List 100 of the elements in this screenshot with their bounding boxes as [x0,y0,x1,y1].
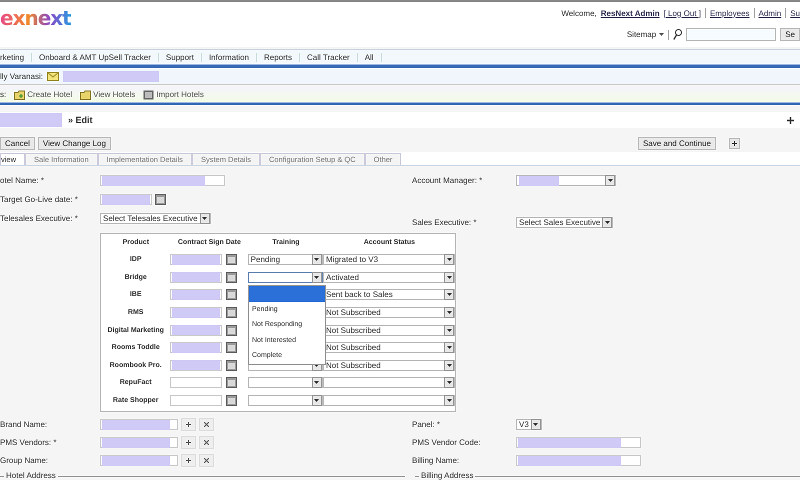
caret-icon [446,258,452,262]
dropdown-field[interactable]: Not Subscribed [323,342,455,354]
add-button[interactable] [181,418,196,432]
dropdown-field[interactable] [248,272,323,283]
plus-icon [732,140,737,146]
action-button[interactable]: View Change Log [38,136,111,150]
close-icon [204,458,209,464]
nav-item[interactable]: Call Tracker [300,52,358,62]
top-link[interactable]: Su [790,8,800,18]
dropdown-field[interactable] [323,395,455,406]
breadcrumb-label: lly Varanasi: [0,72,43,80]
user-link[interactable]: ResNext Admin [600,8,660,18]
text-field[interactable] [170,395,222,406]
sitemap-menu[interactable]: Sitemap [626,30,664,39]
text-field[interactable] [100,437,178,448]
calendar-icon [226,324,238,336]
field-label: Target Go-Live date: * [0,195,79,204]
dropdown-field[interactable]: Not Subscribed [323,324,455,336]
caret-icon [604,221,610,224]
folder-icon [80,90,92,100]
text-field[interactable] [516,455,641,466]
nav-item[interactable]: Information [202,52,257,62]
text-field[interactable] [100,455,178,466]
envelope-icon [46,72,59,80]
search-icon [673,29,682,40]
field-label: Brand Name: [0,420,48,430]
calendar-icon [226,395,238,406]
nav-item[interactable]: All [358,52,382,62]
add-button[interactable] [181,436,196,450]
calendar-icon [226,307,238,318]
dropdown-field[interactable] [516,175,616,186]
nav-item[interactable]: rketing [0,52,32,62]
dropdown-field[interactable]: Select Sales Executive [516,217,614,228]
text-field[interactable] [170,377,222,388]
remove-button[interactable] [199,454,214,468]
dropdown-field[interactable] [248,395,323,406]
caret-icon [608,179,612,182]
field-label: Group Name: [0,456,50,466]
caret-icon [446,311,452,314]
section-title: Billing Address [419,471,476,480]
field-label: Billing Name: [412,456,460,466]
nav-item[interactable]: Onboard & AMT UpSell Tracker [32,52,159,62]
add-button[interactable] [181,454,196,468]
top-link[interactable]: Employees [710,8,750,18]
caret-icon [446,276,452,279]
dropdown-field[interactable] [323,377,455,388]
caret-icon [659,33,664,36]
top-link[interactable]: Admin [758,8,782,18]
field-label: Telesales Executive: * [0,214,79,223]
search-field[interactable] [686,28,776,41]
page-title: » Edit [68,115,93,125]
nav-item[interactable]: Support [158,52,202,62]
table-icon [143,90,154,100]
caret-icon [533,423,538,426]
toolbar-link[interactable]: View Hotels [80,90,136,100]
plus-icon [186,440,191,446]
text-field[interactable] [100,419,178,430]
search-button[interactable]: Se [780,28,800,41]
dropdown-field[interactable]: Select Telesales Executive [100,213,211,224]
dropdown-field[interactable]: Activated [323,272,455,283]
dropdown-field[interactable]: Migrated to V3 [323,254,455,266]
caret-icon [314,276,320,279]
section-title: Hotel Address [4,471,58,480]
dropdown-field[interactable]: Not Subscribed [323,307,455,318]
calendar-icon [226,289,238,300]
field-label: PMS Vendors: * [0,438,58,448]
caret-icon [314,258,320,262]
calendar-icon [155,194,166,205]
caret-icon [446,346,452,350]
field-label: PMS Vendor Code: [412,438,482,448]
text-field[interactable] [100,175,225,186]
welcome-text: Welcome, [561,8,597,18]
caret-icon [446,364,452,367]
calendar-icon [226,254,238,266]
field-label: Account Manager: * [412,176,484,185]
caret-icon [202,217,208,220]
text-field[interactable] [516,437,641,448]
nav-item[interactable]: Reports [256,52,300,62]
dropdown-field[interactable]: Not Subscribed [323,360,455,371]
calendar-icon [226,377,238,388]
caret-icon [446,328,452,332]
toolbar-link[interactable]: Create Hotel [14,90,72,100]
logout-link[interactable]: [ Log Out ] [664,8,701,18]
dropdown-field[interactable]: Pending [248,254,323,266]
folder-icon [14,90,26,100]
remove-button[interactable] [199,418,214,432]
expand-button[interactable] [729,138,740,148]
toolbar-link[interactable]: Import Hotels [143,90,204,100]
calendar-icon [226,272,238,283]
plus-icon [186,422,191,428]
dropdown-field[interactable]: Sent back to Sales [323,289,455,300]
toolbar-label: s: [0,90,6,99]
action-button[interactable]: Cancel [0,136,35,150]
save-button[interactable]: Save and Continue [638,136,716,150]
remove-button[interactable] [199,436,214,450]
dropdown-field[interactable] [248,377,323,388]
caret-icon [446,293,452,296]
expand-icon [787,116,794,124]
dropdown-field[interactable]: V3 [516,419,542,430]
caret-icon [314,381,320,384]
